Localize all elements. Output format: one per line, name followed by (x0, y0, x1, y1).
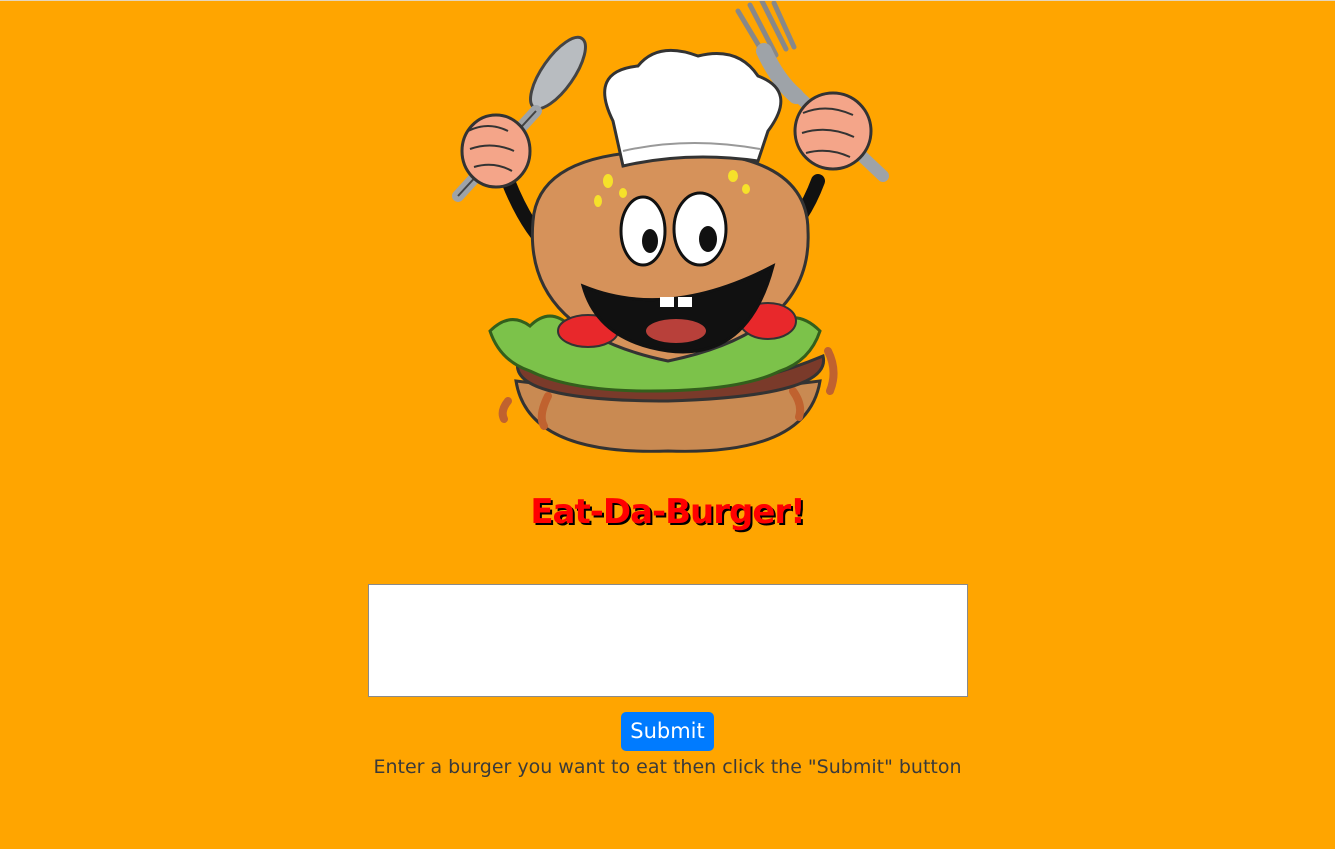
instruction-text: Enter a burger you want to eat then clic… (373, 756, 962, 778)
chef-hat-icon (603, 48, 783, 168)
left-hand-icon (460, 113, 532, 189)
page-title: Eat-Da-Burger! (530, 492, 805, 532)
burger-chef-mascot-icon (452, 1, 889, 453)
submit-button[interactable]: Submit (621, 712, 714, 751)
right-hand-icon (793, 91, 873, 171)
burger-input[interactable] (368, 584, 968, 697)
